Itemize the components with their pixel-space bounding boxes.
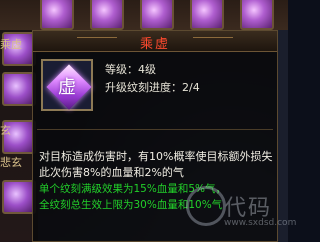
skill-label: 悲玄 (0, 156, 22, 169)
watermark-url: www.sxdsd.com (224, 218, 297, 228)
item-slot[interactable] (140, 0, 174, 30)
skill-slot[interactable] (2, 180, 36, 214)
item-slot[interactable] (240, 0, 274, 30)
watermark: 代码 www.sxdsd.com (186, 182, 296, 234)
effect-description: 对目标造成伤害时，有10%概率使目标额外损失此次伤害8%的血量和2%的气 (39, 150, 273, 179)
upgrade-progress-text: 升级纹刻进度：2/4 (105, 81, 200, 94)
item-slot[interactable] (190, 0, 224, 30)
level-text: 等级：4级 (105, 63, 156, 76)
watermark-logo-icon (186, 186, 226, 226)
tooltip-title-bar: 乘虚 (33, 31, 277, 52)
skill-label: 乘虚 (0, 38, 22, 51)
ornament-right (193, 37, 233, 44)
top-item-bar (0, 0, 288, 30)
right-border (278, 30, 288, 242)
skill-slot[interactable] (2, 72, 36, 106)
item-slot[interactable] (90, 0, 124, 30)
item-slot[interactable] (40, 0, 74, 30)
gem-icon-character: 虚 (58, 77, 76, 98)
skill-icon-frame: 虚 (41, 59, 93, 111)
tooltip-title: 乘虚 (139, 37, 170, 52)
skill-label: 玄 (0, 124, 11, 137)
divider (37, 129, 273, 130)
